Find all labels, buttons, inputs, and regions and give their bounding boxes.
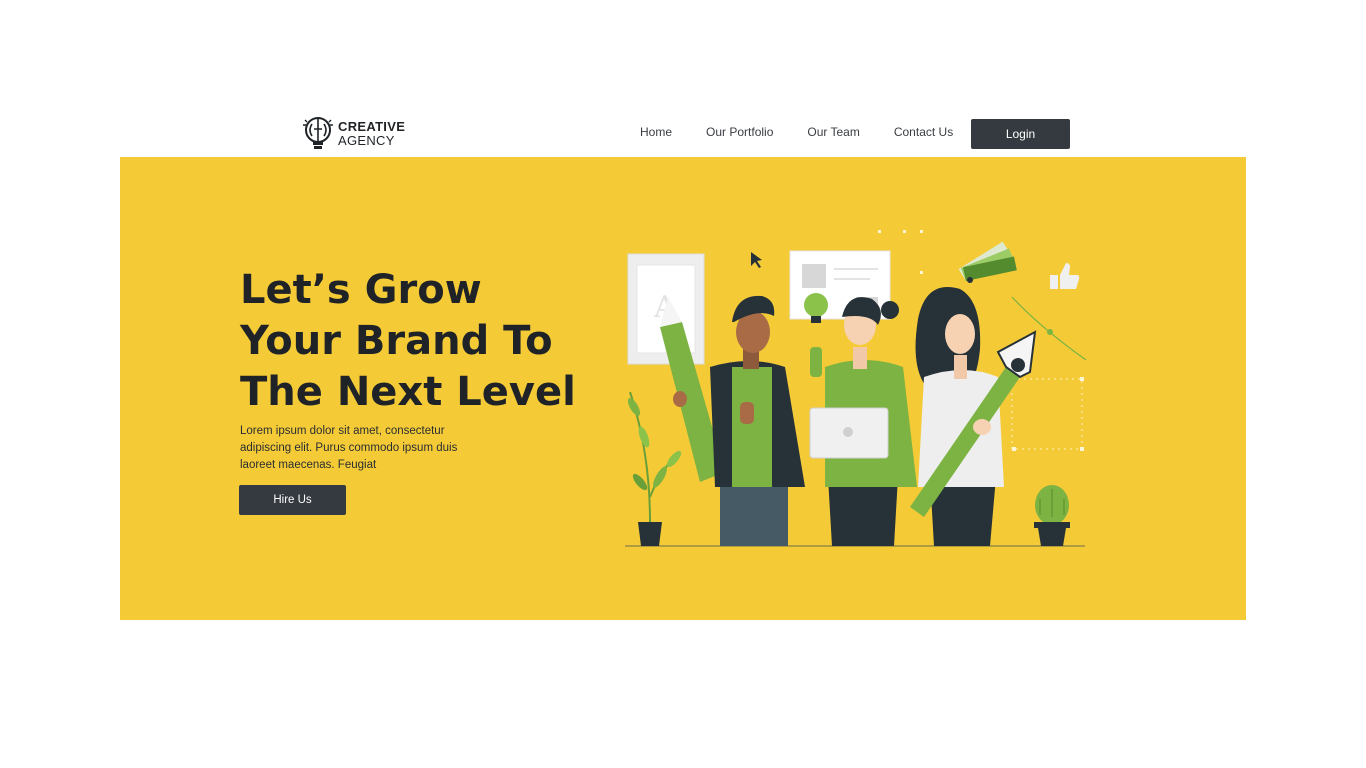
woman-figure-right	[910, 287, 1037, 546]
cursor-icon	[751, 252, 762, 268]
woman-figure	[809, 297, 917, 546]
site-header: CREATIVE AGENCY Home Our Portfolio Our T…	[120, 105, 1246, 157]
thumbs-up-icon	[1050, 263, 1080, 289]
nav-contact-us[interactable]: Contact Us	[894, 125, 953, 139]
nav-home[interactable]: Home	[640, 125, 672, 139]
hero-description: Lorem ipsum dolor sit amet, consectetur …	[240, 425, 458, 471]
plant-icon	[627, 391, 682, 546]
nav-our-portfolio[interactable]: Our Portfolio	[706, 125, 773, 139]
login-button[interactable]: Login	[971, 119, 1070, 149]
hero-title: Let’s Grow Your Brand To The Next Level	[240, 267, 576, 415]
nav-our-team[interactable]: Our Team	[807, 125, 859, 139]
cactus-icon	[1034, 485, 1070, 546]
hero-section: Let’s Grow Your Brand To The Next Level …	[120, 157, 1246, 620]
hire-us-button[interactable]: Hire Us	[239, 485, 346, 515]
color-swatch-icon	[958, 241, 1017, 283]
brain-bulb-icon	[303, 117, 333, 149]
brand-logo[interactable]: CREATIVE AGENCY	[302, 115, 405, 153]
brand-name-line1: CREATIVE	[338, 119, 406, 134]
team-illustration: A	[625, 230, 1087, 547]
brand-name-line2: AGENCY	[338, 133, 395, 148]
main-nav: Home Our Portfolio Our Team Contact Us	[640, 125, 987, 139]
